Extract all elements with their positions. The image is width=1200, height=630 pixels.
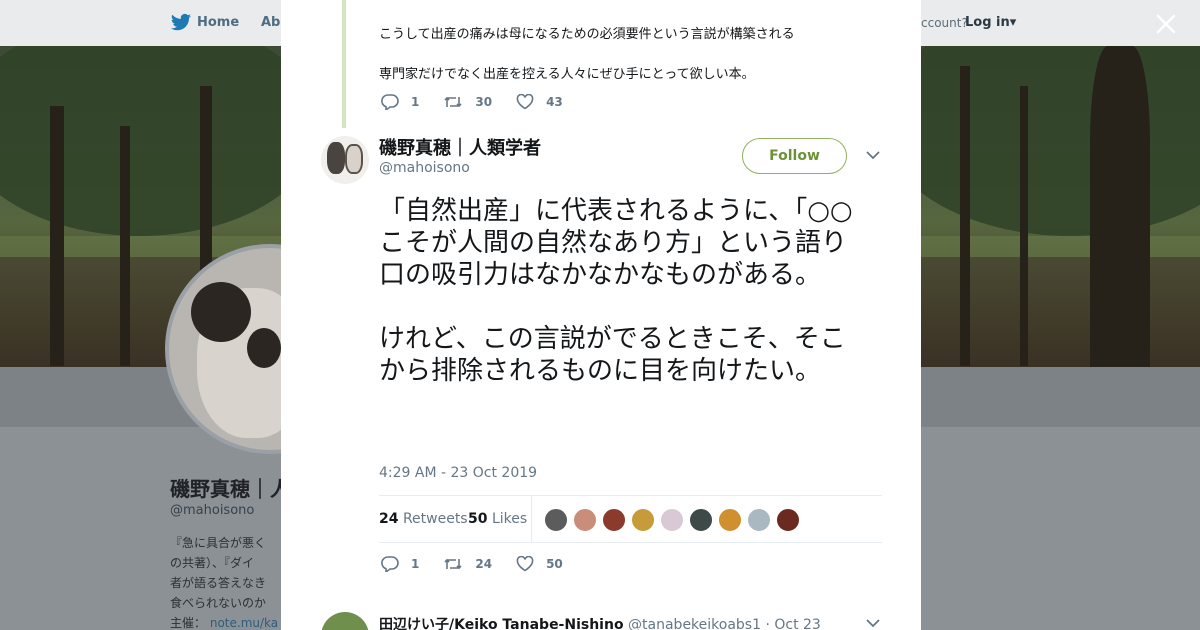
liker-avatar[interactable] [718,508,742,532]
liker-avatar[interactable] [747,508,771,532]
tweet-text: 「自然出産」に代表されるように、「○○こそが人間の自然なあり方」という語り口の吸… [379,195,869,419]
tweet-permalink-modal: こうして出産の痛みは母になるための必須要件という言説が構築される 専門家だけでな… [281,0,921,630]
previous-tweet-text-line: こうして出産の痛みは母になるための必須要件という言説が構築される [379,27,795,42]
tweet-paragraph: 「自然出産」に代表されるように、「○○こそが人間の自然なあり方」という語り口の吸… [379,196,853,290]
reply-button[interactable]: 1 [381,556,419,572]
have-account-text: ccount? [921,16,968,30]
reply-author-avatar[interactable] [321,612,369,630]
twitter-bird-icon[interactable] [170,13,192,33]
retweets-label: Retweets [402,511,468,527]
author-handle[interactable]: @mahoisono [379,160,470,176]
bio-line: の共著）、『ダイ [170,556,255,570]
login-link[interactable]: Log in▾ [965,15,1016,30]
caret-down-icon: ▾ [1009,15,1017,30]
profile-bio: 『急に具合が悪く の共著）、『ダイ 者が語る答えなき 食べられないのか 主催： … [170,533,285,630]
bio-line: 食べられないのか [170,596,267,610]
likes-total: 50 [468,511,488,527]
heart-icon [516,556,534,572]
liker-avatar[interactable] [631,508,655,532]
login-label[interactable]: Log in [965,15,1010,30]
retweets-total: 24 [379,511,399,527]
retweet-button[interactable]: 30 [443,94,492,110]
bio-line: 『急に具合が悪く [170,536,267,550]
like-count: 50 [546,557,563,571]
nav-home-link[interactable]: Home [197,15,239,30]
like-count: 43 [546,95,563,109]
reply-icon [381,556,399,572]
like-button[interactable]: 50 [516,556,563,572]
chevron-down-icon[interactable] [866,618,880,628]
likes-label: Likes [491,511,528,527]
author-name[interactable]: 磯野真穂｜人類学者 [379,134,541,160]
stats-divider [531,496,532,542]
liker-avatar[interactable] [689,508,713,532]
liker-avatars [544,508,805,532]
bio-link[interactable]: note.mu/ka [210,616,278,630]
liker-avatar[interactable] [573,508,597,532]
liker-avatar[interactable] [602,508,626,532]
follow-button[interactable]: Follow [742,138,847,174]
liker-avatar[interactable] [660,508,684,532]
reply-icon [381,94,399,110]
retweet-count: 30 [475,95,493,109]
reply-count: 1 [411,95,420,109]
tweet-paragraph: けれど、この言説がでるときこそ、そこから排除されるものに目を向けたい。 [379,324,846,386]
retweets-stat[interactable]: 24 Retweets [379,511,468,527]
retweet-icon [444,558,462,570]
reply-button[interactable]: 1 [381,94,419,110]
author-avatar[interactable] [321,136,369,184]
bio-label: 主催： [170,616,207,630]
profile-name: 磯野真穂｜人 [170,477,290,501]
reply-header[interactable]: 田辺けい子/Keiko Tanabe-Nishino @tanabekeikoa… [379,614,821,630]
retweet-count: 24 [475,557,493,571]
reply-date[interactable]: · Oct 23 [765,617,820,630]
previous-tweet-text-line: 専門家だけでなく出産を控える人々にぜひ手にとって欲しい本。 [379,67,755,82]
reply-count: 1 [411,557,420,571]
close-icon[interactable] [1154,12,1178,36]
liker-avatar[interactable] [544,508,568,532]
reply-author-handle[interactable]: @tanabekeikoabs1 [628,617,761,630]
likes-stat[interactable]: 50 Likes [468,511,527,527]
like-button[interactable]: 43 [516,94,563,110]
chevron-down-icon[interactable] [866,150,880,160]
bio-line: 者が語る答えなき [170,576,267,590]
previous-tweet-actions: 1 30 43 [381,92,587,112]
conversation-thread-line [342,0,346,128]
reply-author-name[interactable]: 田辺けい子/Keiko Tanabe-Nishino [379,617,624,630]
profile-handle[interactable]: @mahoisono [170,503,254,518]
retweet-icon [444,96,462,108]
tweet-actions: 1 24 50 [381,554,587,574]
heart-icon [516,94,534,110]
tweet-timestamp[interactable]: 4:29 AM - 23 Oct 2019 [379,465,537,481]
tweet-stats: 24 Retweets 50 Likes [379,495,882,543]
retweet-button[interactable]: 24 [443,556,492,572]
liker-avatar[interactable] [776,508,800,532]
